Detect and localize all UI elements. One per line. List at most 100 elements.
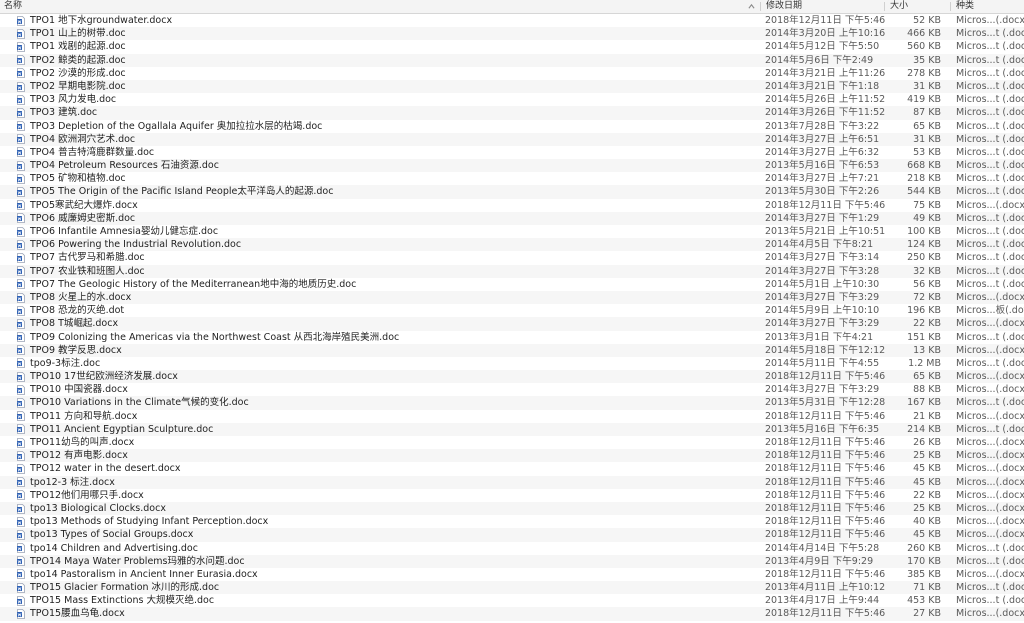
file-size: 35 KB [913, 54, 941, 66]
file-kind: Micros...(.docx) [956, 608, 1024, 620]
file-row[interactable]: TPO1 地下水groundwater.docx 2018年12月11日 下午5:… [0, 14, 1024, 27]
file-row[interactable]: TPO4 欧洲洞穴艺术.doc 2014年3月27日 上午6:51 31 KB Mic… [0, 132, 1024, 146]
column-header-date[interactable]: 修改日期 [766, 0, 802, 13]
column-header-name[interactable]: 名称 [4, 0, 22, 13]
file-row[interactable]: TPO3 Depletion of the Ogallala Aquifer 奥… [0, 120, 1024, 133]
column-separator[interactable] [950, 2, 951, 11]
file-row[interactable]: TPO1 戏剧的起源.doc 2014年5月12日 下午5:50 560 KB Mic… [0, 40, 1024, 53]
file-size: 75 KB [913, 199, 941, 211]
file-row[interactable]: tpo9-3标注.doc 2014年5月11日 下午4:55 1.2 MB Micro… [0, 357, 1024, 370]
file-row[interactable]: TPO10 17世纪欧洲经济发展.docx 2018年12月11日 下午5:46 6… [0, 370, 1024, 384]
file-row[interactable]: TPO9 教学反思.docx 2014年5月18日 下午12:12 13 KB Mic… [0, 343, 1024, 357]
file-name: TPO10 Variations in the Climate气候的变化.doc [30, 397, 249, 409]
word-document-icon [17, 411, 25, 422]
file-row[interactable]: TPO11 方向和导航.docx 2018年12月11日 下午5:46 21 KB M… [0, 410, 1024, 423]
file-kind: Micros...(.docx) [956, 371, 1024, 383]
file-name: TPO9 Colonizing the Americas via the Nor… [30, 331, 400, 343]
file-modified-date: 2014年5月1日 上午10:30 [765, 278, 880, 290]
file-row[interactable]: TPO15 Glacier Formation 冰川的形成.doc 2013年4月… [0, 581, 1024, 595]
file-row[interactable]: TPO8 恐龙的灭绝.dot 2014年5月9日 上午10:10 196 KB Mic… [0, 304, 1024, 317]
column-separator[interactable] [884, 2, 885, 11]
file-modified-date: 2014年3月21日 上午11:26 [765, 67, 886, 79]
word-document-icon [17, 490, 25, 501]
file-size: 13 KB [913, 344, 941, 356]
word-document-icon [17, 173, 25, 184]
word-document-icon [17, 437, 25, 448]
file-name: TPO1 戏剧的起源.doc [30, 41, 126, 53]
file-row[interactable]: tpo13 Types of Social Groups.docx 2018年12… [0, 528, 1024, 542]
file-row[interactable]: TPO1 山上的树带.doc 2014年3月20日 上午10:16 466 KB Mi… [0, 27, 1024, 41]
file-row[interactable]: TPO2 早期电影院.doc 2014年3月21日 下午1:18 31 KB Micr… [0, 79, 1024, 94]
file-modified-date: 2014年3月27日 下午3:28 [765, 265, 880, 277]
chevron-up-icon[interactable] [748, 3, 755, 10]
file-kind: Micros...(.docx) [956, 437, 1024, 448]
file-modified-date: 2014年5月6日 下午2:49 [765, 54, 874, 66]
file-modified-date: 2018年12月11日 下午5:46 [765, 476, 886, 488]
word-document-icon [17, 28, 25, 39]
file-kind: Micros...(.docx) [956, 15, 1024, 26]
file-row[interactable]: TPO2 沙漠的形成.doc 2014年3月21日 上午11:26 278 KB Mi… [0, 67, 1024, 80]
file-row[interactable]: TPO4 普吉特湾鹿群数量.doc 2014年3月27日 上午6:32 53 KB M… [0, 146, 1024, 159]
file-row[interactable]: TPO15腰血乌龟.docx 2018年12月11日 下午5:46 27 KB Mic… [0, 607, 1024, 621]
file-row[interactable]: tpo12-3 标注.docx 2018年12月11日 下午5:46 45 KB Mi… [0, 475, 1024, 489]
file-row[interactable]: TPO7 古代罗马和希腊.doc 2014年3月27日 下午3:14 250 KB M… [0, 251, 1024, 264]
file-row[interactable]: TPO5 矿物和植物.doc 2014年3月27日 上午7:21 218 KB Mic… [0, 172, 1024, 185]
word-document-icon [17, 253, 25, 263]
file-row[interactable]: TPO3 建筑.doc 2014年3月26日 下午11:52 87 KB Micros… [0, 106, 1024, 120]
column-header-size[interactable]: 大小 [890, 0, 908, 13]
file-kind: Micros...t (.doc) [956, 212, 1024, 224]
file-row[interactable]: TPO11幼鸟的叫声.docx 2018年12月11日 下午5:46 26 KB Mi… [0, 436, 1024, 449]
file-row[interactable]: tpo13 Methods of Studying Infant Percept… [0, 515, 1024, 528]
file-kind: Micros...(.docx) [956, 410, 1024, 422]
file-row[interactable]: TPO10 中国瓷器.docx 2014年3月27日 下午3:29 88 KB Mic… [0, 383, 1024, 396]
file-name: TPO2 鲸类的起源.doc [30, 54, 126, 66]
file-size: 22 KB [913, 318, 941, 330]
file-kind: Micros...t (.doc) [956, 107, 1024, 119]
file-name: TPO8 T城崛起.docx [30, 318, 119, 330]
file-name: TPO14 Maya Water Problems玛雅的水问题.doc [30, 555, 245, 567]
file-row[interactable]: tpo14 Pastoralism in Ancient Inner Euras… [0, 568, 1024, 581]
file-row[interactable]: TPO11 Ancient Egyptian Sculpture.doc 2013… [0, 422, 1024, 436]
file-row[interactable]: TPO7 The Geologic History of the Mediter… [0, 278, 1024, 291]
file-name: TPO6 Infantile Amnesia婴幼儿健忘症.doc [30, 226, 219, 237]
file-row[interactable]: TPO4 Petroleum Resources 石油资源.doc 2013年5月… [0, 159, 1024, 173]
file-modified-date: 2018年12月11日 下午5:46 [765, 410, 886, 422]
file-row[interactable]: TPO12他们用哪只手.docx 2018年12月11日 下午5:46 22 KB M… [0, 489, 1024, 502]
file-row[interactable]: TPO8 T城崛起.docx 2014年3月27日 下午3:29 22 KB Micr… [0, 317, 1024, 331]
file-row[interactable]: tpo14 Children and Advertising.doc 2014年4… [0, 542, 1024, 555]
file-modified-date: 2014年3月20日 上午10:16 [765, 28, 886, 40]
file-modified-date: 2013年5月31日 下午12:28 [765, 397, 886, 409]
file-size: 419 KB [907, 94, 941, 106]
file-row[interactable]: TPO7 农业铁和班图人.doc 2014年3月27日 下午3:28 32 KB Mi… [0, 264, 1024, 278]
file-row[interactable]: TPO6 Infantile Amnesia婴幼儿健忘症.doc 2013年5月2… [0, 225, 1024, 238]
word-document-icon [17, 134, 25, 145]
file-row[interactable]: TPO12 water in the desert.docx 2018年12月11… [0, 462, 1024, 475]
file-kind: Micros...t (.doc) [956, 226, 1024, 237]
file-size: 72 KB [913, 291, 941, 303]
column-header-kind[interactable]: 种类 [956, 0, 974, 13]
file-kind: Micros...t (.doc) [956, 28, 1024, 40]
file-row[interactable]: TPO12 有声电影.docx 2018年12月11日 下午5:46 25 KB Mi… [0, 449, 1024, 463]
word-document-icon [17, 108, 25, 118]
file-row[interactable]: TPO10 Variations in the Climate气候的变化.doc… [0, 396, 1024, 410]
file-row[interactable]: TPO8 火星上的水.docx 2014年3月27日 下午3:29 72 KB Mic… [0, 290, 1024, 305]
file-size: 56 KB [913, 278, 941, 290]
file-kind: Micros...(.docx) [956, 529, 1024, 541]
file-size: 88 KB [913, 384, 941, 396]
file-size: 25 KB [913, 450, 941, 462]
file-row[interactable]: TPO9 Colonizing the Americas via the Nor… [0, 331, 1024, 344]
file-row[interactable]: TPO6 威廉姆史密斯.doc 2014年3月27日 下午1:29 49 KB Mic… [0, 211, 1024, 225]
column-separator[interactable] [760, 2, 761, 11]
file-row[interactable]: TPO5寒武纪大爆炸.docx 2018年12月11日 下午5:46 75 KB Mi… [0, 199, 1024, 212]
file-size: 65 KB [913, 120, 941, 132]
file-row[interactable]: TPO2 鲸类的起源.doc 2014年5月6日 下午2:49 35 KB Micro… [0, 53, 1024, 67]
file-kind: Micros...t (.doc) [956, 265, 1024, 277]
file-row[interactable]: TPO5 The Origin of the Pacific Island Pe… [0, 185, 1024, 199]
file-row[interactable]: TPO3 风力发电.doc 2014年5月26日 上午11:52 419 KB Mic… [0, 93, 1024, 106]
file-kind: Micros...t (.doc) [956, 67, 1024, 79]
file-row[interactable]: TPO14 Maya Water Problems玛雅的水问题.doc 2013年… [0, 554, 1024, 568]
file-modified-date: 2014年3月21日 下午1:18 [765, 80, 880, 92]
file-row[interactable]: TPO15 Mass Extinctions 大规模灭绝.doc 2013年4月1… [0, 594, 1024, 607]
file-row[interactable]: TPO6 Powering the Industrial Revolution.… [0, 238, 1024, 252]
file-row[interactable]: tpo13 Biological Clocks.docx 2018年12月11日 … [0, 501, 1024, 516]
